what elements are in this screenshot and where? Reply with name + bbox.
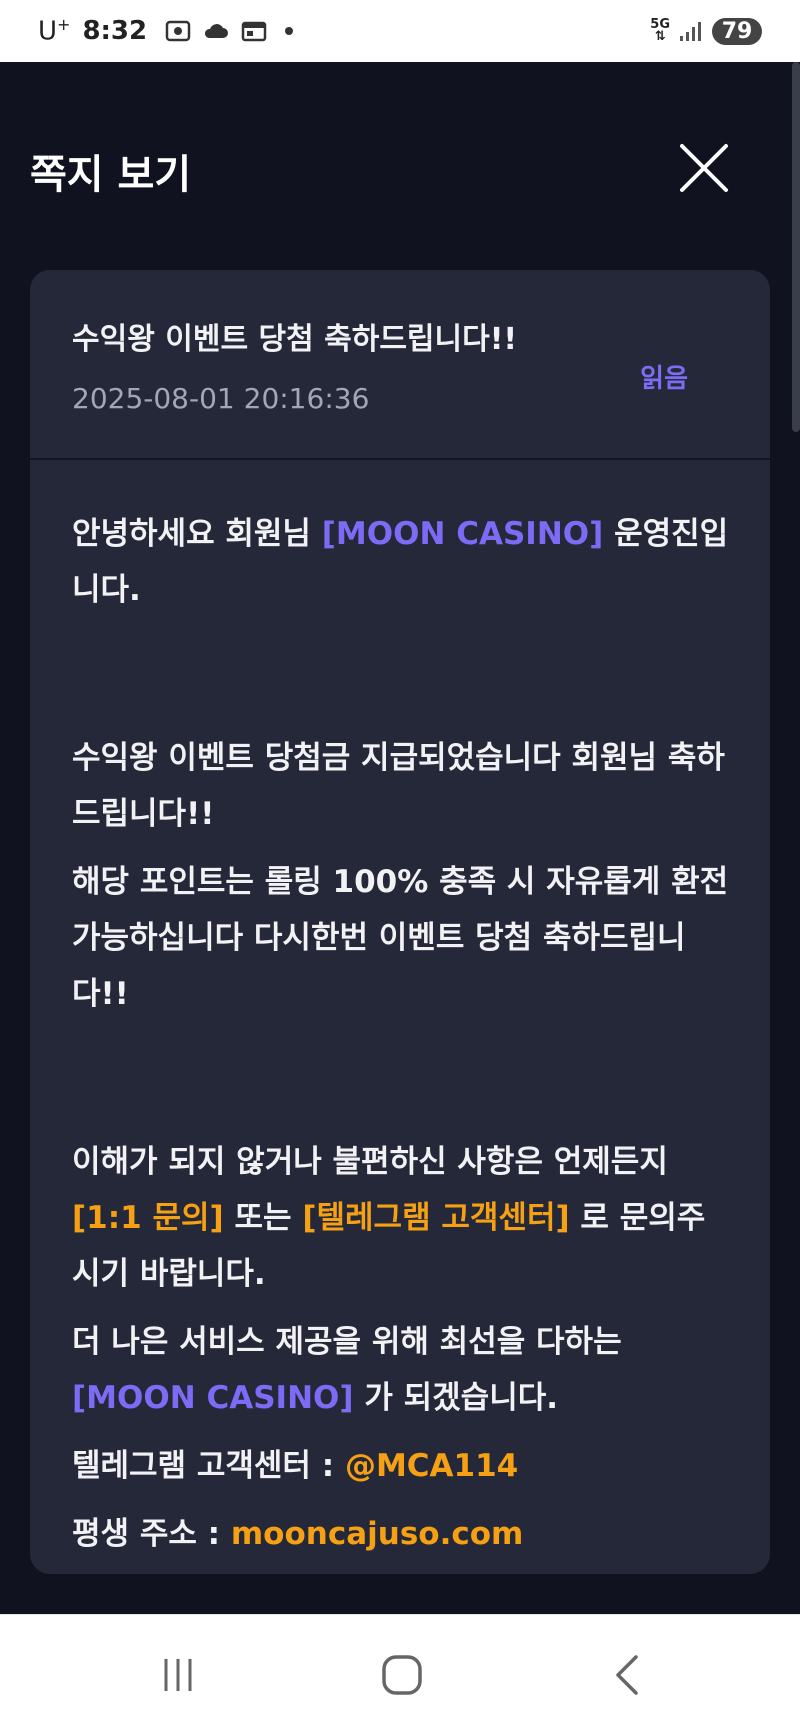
message-title: 수익왕 이벤트 당첨 축하드립니다!! xyxy=(72,322,518,357)
recent-apps-icon xyxy=(164,1659,192,1691)
close-icon[interactable] xyxy=(676,140,732,196)
battery-indicator: 79 xyxy=(712,17,762,45)
message-datetime: 2025-08-01 20:16:36 xyxy=(72,382,370,415)
back-icon xyxy=(616,1655,638,1695)
home-icon xyxy=(382,1655,422,1695)
telegram-handle[interactable]: @MCA114 xyxy=(345,1448,518,1484)
calendar-icon xyxy=(241,21,267,42)
one-on-one-inquiry-link[interactable]: [1:1 문의] xyxy=(72,1200,224,1236)
cloud-icon xyxy=(205,24,229,38)
signal-icon xyxy=(680,22,701,41)
screenshot-icon xyxy=(165,20,191,42)
telegram-support-link[interactable]: [텔레그램 고객센터] xyxy=(302,1200,569,1236)
points-paragraph: 해당 포인트는 롤링 100% 충족 시 자유롭게 환전 가능하십니다 다시한번… xyxy=(72,864,729,1012)
network-5g-icon: 5G ⇅ xyxy=(650,17,670,44)
address-link[interactable]: mooncajuso.com xyxy=(231,1516,523,1552)
message-view-screen: 쪽지 보기 수익왕 이벤트 당첨 축하드립니다!! 2025-08-01 20:… xyxy=(0,62,800,1614)
telegram-contact: 텔레그램 고객센터 : @MCA114 xyxy=(72,1448,519,1484)
message-header: 수익왕 이벤트 당첨 축하드립니다!! 2025-08-01 20:16:36 … xyxy=(30,270,770,460)
brand-name: [MOON CASINO] xyxy=(72,1380,354,1416)
page-title: 쪽지 보기 xyxy=(30,152,192,198)
system-navigation-bar xyxy=(0,1614,800,1734)
inquiry-paragraph: 이해가 되지 않거나 불편하신 사항은 언제든지 [1:1 문의] 또는 [텔레… xyxy=(72,1144,706,1292)
recent-apps-button[interactable] xyxy=(148,1645,208,1705)
message-card: 수익왕 이벤트 당첨 축하드립니다!! 2025-08-01 20:16:36 … xyxy=(30,270,770,1574)
clock: 8:32 xyxy=(82,16,148,46)
carrier-label: U+ xyxy=(38,15,71,47)
greeting-paragraph: 안녕하세요 회원님 [MOON CASINO] 운영진입니다. xyxy=(72,516,729,608)
brand-name: [MOON CASINO] xyxy=(321,516,604,552)
closing-paragraph: 더 나은 서비스 제공을 위해 최선을 다하는 [MOON CASINO] 가 … xyxy=(72,1324,622,1416)
notification-dot-icon xyxy=(285,27,294,35)
scrollbar[interactable] xyxy=(792,62,800,432)
permanent-address: 평생 주소 : mooncajuso.com xyxy=(72,1516,524,1552)
back-button[interactable] xyxy=(598,1645,658,1705)
payout-paragraph: 수익왕 이벤트 당첨금 지급되었습니다 회원님 축하드립니다!! xyxy=(72,740,725,832)
status-bar: U+ 8:32 5G ⇅ 79 xyxy=(0,0,800,62)
message-body: 안녕하세요 회원님 [MOON CASINO] 운영진입니다. 수익왕 이벤트 … xyxy=(30,460,770,1562)
home-button[interactable] xyxy=(372,1645,432,1705)
read-status-badge: 읽음 xyxy=(640,364,688,394)
